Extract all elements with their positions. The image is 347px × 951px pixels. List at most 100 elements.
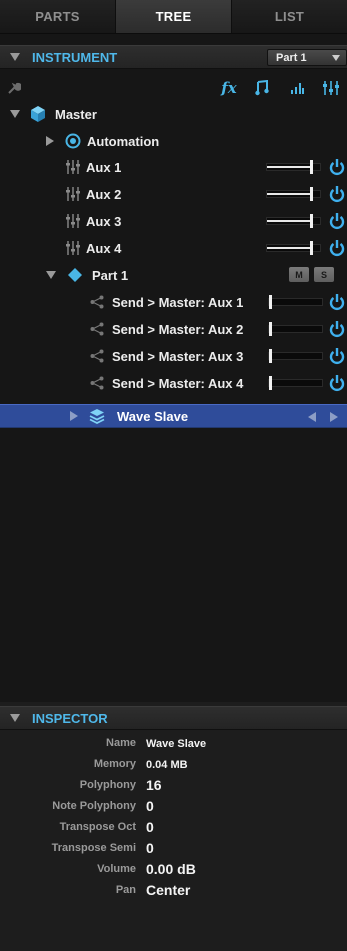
tree-label-wave-slave: Wave Slave xyxy=(117,408,189,424)
inspector-value[interactable]: 0 xyxy=(146,798,154,814)
tree-row-send[interactable]: Send > Master: Aux 1 xyxy=(0,290,347,314)
tree-row-aux[interactable]: Aux 2 xyxy=(0,182,347,206)
instrument-header: INSTRUMENT Part 1 xyxy=(0,45,347,69)
layers-icon xyxy=(89,408,105,425)
inspector-field-polyphony: Polyphony 16 xyxy=(0,776,347,796)
mixer-icon xyxy=(66,214,80,228)
part-select-value: Part 1 xyxy=(276,51,307,64)
mixer-icon xyxy=(66,187,80,201)
inspector-label: Volume xyxy=(97,863,136,875)
tree-row-aux[interactable]: Aux 1 xyxy=(0,155,347,179)
tree-label-send: Send > Master: Aux 1 xyxy=(112,294,244,310)
mixer-icon xyxy=(66,241,80,255)
fx-icon[interactable]: fx xyxy=(218,78,240,98)
inspector-label: Name xyxy=(106,737,136,749)
inspector-label: Note Polyphony xyxy=(52,800,136,812)
send-icon xyxy=(90,295,104,309)
tree-label-master: Master xyxy=(55,106,97,122)
send-level-slider[interactable] xyxy=(268,295,323,309)
inspector-field-pan: Pan Center xyxy=(0,881,347,901)
tree-label-aux: Aux 3 xyxy=(86,213,122,229)
inspector-value[interactable]: 0 xyxy=(146,819,154,835)
inspector-value[interactable]: Center xyxy=(146,882,190,898)
inspector-field-volume: Volume 0.00 dB xyxy=(0,860,347,880)
inspector-label: Transpose Semi xyxy=(51,842,136,854)
tree-row-send[interactable]: Send > Master: Aux 3 xyxy=(0,344,347,368)
tree-row-send[interactable]: Send > Master: Aux 4 xyxy=(0,371,347,395)
mute-button[interactable]: M xyxy=(289,267,309,282)
inspector-title: INSPECTOR xyxy=(32,710,108,726)
inspector-field-note-polyphony: Note Polyphony 0 xyxy=(0,797,347,817)
inspector-value[interactable]: 16 xyxy=(146,777,162,793)
tree-row-wave-slave[interactable]: Wave Slave xyxy=(0,404,347,428)
tree-label-send: Send > Master: Aux 3 xyxy=(112,348,244,364)
power-icon[interactable] xyxy=(329,239,345,257)
power-icon[interactable] xyxy=(329,185,345,203)
note-icon[interactable] xyxy=(254,78,270,98)
tree-label-aux: Aux 1 xyxy=(86,159,122,175)
mixer-icon[interactable] xyxy=(322,78,340,98)
power-icon[interactable] xyxy=(329,374,345,392)
levels-icon[interactable] xyxy=(289,78,305,98)
power-icon[interactable] xyxy=(329,347,345,365)
inspector-field-transpose-semi: Transpose Semi 0 xyxy=(0,839,347,859)
tab-bar: PARTS TREE LIST xyxy=(0,0,347,34)
send-icon xyxy=(90,376,104,390)
inspector-header: INSPECTOR xyxy=(0,706,347,730)
aux-level-slider[interactable] xyxy=(266,187,321,201)
tree-row-send[interactable]: Send > Master: Aux 2 xyxy=(0,317,347,341)
diamond-icon xyxy=(68,268,82,282)
instrument-title: INSTRUMENT xyxy=(32,49,118,65)
wrench-icon[interactable] xyxy=(6,78,22,98)
power-icon[interactable] xyxy=(329,212,345,230)
aux-level-slider[interactable] xyxy=(266,214,321,228)
inspector-label: Transpose Oct xyxy=(59,821,136,833)
tree-row-automation[interactable]: Automation xyxy=(0,129,347,153)
inspector-field-name: Name Wave Slave xyxy=(0,734,347,754)
expand-triangle-icon[interactable] xyxy=(70,411,78,421)
inspector-label: Pan xyxy=(115,884,136,896)
inspector-label: Memory xyxy=(93,758,136,770)
tree-label-aux: Aux 2 xyxy=(86,186,122,202)
tree-label-send: Send > Master: Aux 4 xyxy=(112,375,244,391)
collapse-triangle-icon[interactable] xyxy=(10,714,20,722)
collapse-triangle-icon[interactable] xyxy=(46,271,56,279)
send-level-slider[interactable] xyxy=(268,376,323,390)
send-icon xyxy=(90,322,104,336)
tree-row-aux[interactable]: Aux 3 xyxy=(0,209,347,233)
inspector-value: 0.04 MB xyxy=(146,759,188,771)
tab-tree[interactable]: TREE xyxy=(116,0,232,33)
tree-label-aux: Aux 4 xyxy=(86,240,122,256)
collapse-triangle-icon[interactable] xyxy=(10,53,20,61)
part-select-dropdown[interactable]: Part 1 xyxy=(267,49,347,66)
aux-level-slider[interactable] xyxy=(266,160,321,174)
inspector-field-memory: Memory 0.04 MB xyxy=(0,755,347,775)
tab-parts[interactable]: PARTS xyxy=(0,0,116,33)
power-icon[interactable] xyxy=(329,158,345,176)
tree-label-send: Send > Master: Aux 2 xyxy=(112,321,244,337)
aux-level-slider[interactable] xyxy=(266,241,321,255)
solo-button[interactable]: S xyxy=(314,267,334,282)
power-icon[interactable] xyxy=(329,320,345,338)
inspector-field-transpose-oct: Transpose Oct 0 xyxy=(0,818,347,838)
expand-triangle-icon[interactable] xyxy=(46,136,54,146)
inspector-value[interactable]: 0 xyxy=(146,840,154,856)
send-icon xyxy=(90,349,104,363)
tree-label-automation: Automation xyxy=(87,133,160,149)
next-arrow-icon[interactable] xyxy=(330,412,338,422)
send-level-slider[interactable] xyxy=(268,349,323,363)
tab-list[interactable]: LIST xyxy=(232,0,347,33)
collapse-triangle-icon[interactable] xyxy=(10,110,20,118)
tree-row-part[interactable]: Part 1 M S xyxy=(0,263,347,287)
inspector-value[interactable]: Wave Slave xyxy=(146,738,206,750)
target-icon xyxy=(65,133,81,149)
tree-row-aux[interactable]: Aux 4 xyxy=(0,236,347,260)
power-icon[interactable] xyxy=(329,293,345,311)
cube-icon xyxy=(29,105,47,123)
tree-row-master[interactable]: Master xyxy=(0,102,347,126)
inspector-value[interactable]: 0.00 dB xyxy=(146,861,196,877)
chevron-down-icon xyxy=(332,55,340,61)
send-level-slider[interactable] xyxy=(268,322,323,336)
previous-arrow-icon[interactable] xyxy=(308,412,316,422)
mixer-icon xyxy=(66,160,80,174)
